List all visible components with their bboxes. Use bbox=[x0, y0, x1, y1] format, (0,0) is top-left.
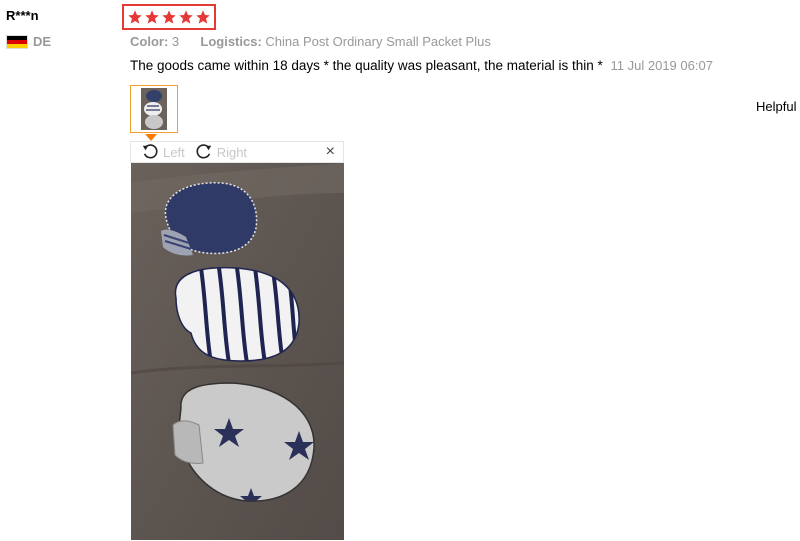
close-icon[interactable]: × bbox=[326, 143, 335, 161]
country-code: DE bbox=[33, 34, 52, 49]
thumbnail-image bbox=[141, 88, 167, 130]
rotate-right-label: Right bbox=[216, 144, 248, 160]
star-icon bbox=[162, 10, 176, 24]
star-icon bbox=[196, 10, 210, 24]
star-rating bbox=[122, 4, 216, 30]
rotate-right-button[interactable]: Right bbox=[195, 143, 247, 161]
star-icon bbox=[128, 10, 142, 24]
star-icon bbox=[145, 10, 159, 24]
photo-viewer-toolbar: Left Right × bbox=[130, 141, 344, 163]
reviewer-country: DE bbox=[6, 34, 51, 49]
logistics-value: China Post Ordinary Small Packet Plus bbox=[265, 34, 491, 49]
rotate-left-button[interactable]: Left bbox=[141, 143, 185, 161]
star-icon bbox=[179, 10, 193, 24]
rotate-left-label: Left bbox=[163, 144, 185, 160]
review-body: The goods came within 18 days * the qual… bbox=[130, 58, 713, 73]
review-photo[interactable] bbox=[131, 163, 344, 540]
review-text: The goods came within 18 days * the qual… bbox=[130, 58, 603, 73]
helpful-button[interactable]: Helpful bbox=[756, 99, 796, 114]
rotate-left-icon bbox=[142, 144, 158, 159]
germany-flag-icon bbox=[6, 34, 28, 49]
logistics-label: Logistics: bbox=[200, 34, 262, 49]
color-value: 3 bbox=[171, 34, 180, 49]
thumbnail-pointer-icon bbox=[145, 134, 157, 141]
review-meta: Color: 3 Logistics: China Post Ordinary … bbox=[130, 34, 491, 49]
photo-thumbnail[interactable] bbox=[130, 85, 178, 133]
reviewer-name: R***n bbox=[6, 8, 39, 23]
color-label: Color: bbox=[130, 34, 169, 49]
review-date: 11 Jul 2019 06:07 bbox=[610, 58, 713, 73]
rotate-right-icon bbox=[196, 144, 211, 159]
